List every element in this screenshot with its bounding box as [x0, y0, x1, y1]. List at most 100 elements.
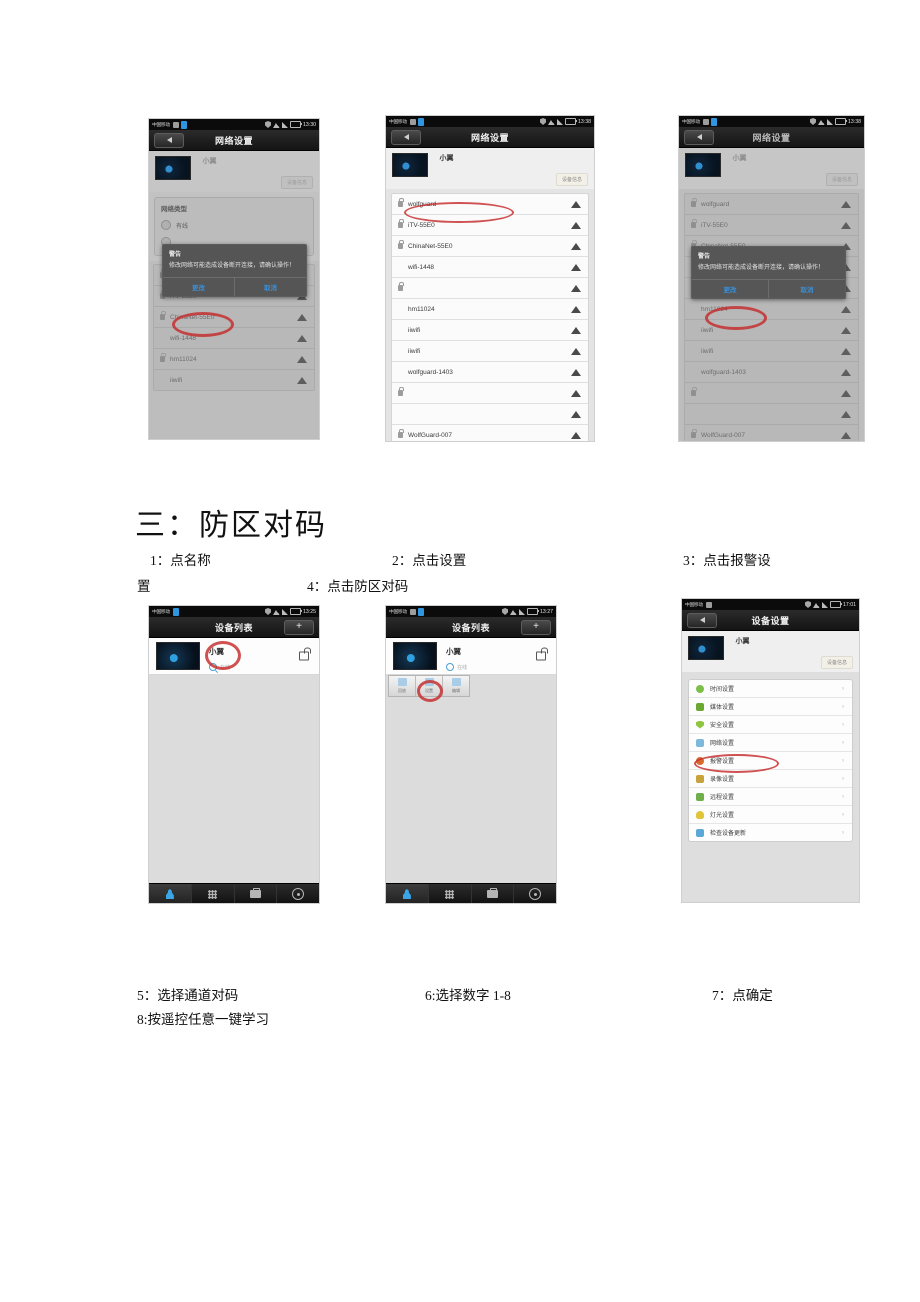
light-icon	[696, 810, 704, 819]
status-bar: 中国移动 13:27	[386, 606, 556, 617]
tab-grid[interactable]	[429, 884, 472, 903]
playback-icon	[397, 678, 407, 686]
network-type-option[interactable]: 有线	[161, 220, 307, 230]
tab-toolbox[interactable]	[235, 884, 278, 903]
wifi-row[interactable]: ChinaNet-55E0	[392, 236, 588, 257]
wifi-row[interactable]: hm11024	[392, 299, 588, 320]
add-device-button[interactable]: +	[284, 619, 314, 635]
status-right: 13:38	[810, 116, 861, 127]
settings-item-media[interactable]: 媒体设置 ›	[689, 698, 852, 716]
wifi-row[interactable]: wifi-1448	[392, 257, 588, 278]
message-icon	[702, 118, 709, 125]
device-info-button[interactable]: 设备信息	[820, 656, 853, 669]
context-menu-item-edit[interactable]: 编辑	[443, 676, 469, 696]
status-right: 17:01	[805, 599, 856, 610]
wifi-row[interactable]	[685, 404, 858, 425]
settings-item-remote[interactable]: 远程设置 ›	[689, 788, 852, 806]
wifi-row[interactable]: iTV-55E0	[685, 215, 858, 236]
settings-item-time[interactable]: 时间设置 ›	[689, 680, 852, 698]
device-info-button[interactable]: 设备信息	[555, 173, 588, 186]
lock-icon	[398, 198, 404, 207]
wifi-icon	[273, 121, 281, 128]
lock-icon	[398, 429, 404, 438]
person-icon	[402, 889, 411, 899]
battery-icon	[527, 608, 540, 615]
record-icon	[696, 774, 704, 783]
wifi-row[interactable]	[392, 278, 588, 299]
radio-icon[interactable]	[161, 220, 171, 230]
wifi-ssid: hm11024	[170, 355, 197, 363]
status-right: 13:25	[265, 606, 316, 617]
wifi-row[interactable]: wolfguard-1403	[392, 362, 588, 383]
phone-screenshot-net2: 中国移动 13:38 网络设置 小翼 设备信息 wolfguard iTV-55…	[385, 115, 595, 442]
back-button[interactable]	[684, 129, 714, 145]
wifi-row[interactable]	[392, 383, 588, 404]
settings-item-light[interactable]: 灯光设置 ›	[689, 806, 852, 824]
wifi-row[interactable]: WolfGuard-007	[685, 425, 858, 441]
settings-item-security[interactable]: 安全设置 ›	[689, 716, 852, 734]
step-5-label: 5：选择通道对码	[137, 988, 239, 1003]
device-thumbnail	[685, 153, 721, 177]
wifi-row[interactable]: iiwifi	[392, 341, 588, 362]
wifi-row[interactable]: iiwifi	[685, 341, 858, 362]
dialog-cancel-button[interactable]: 取消	[768, 280, 845, 298]
wifi-row[interactable]: iiwifi	[392, 320, 588, 341]
device-name: 小翼	[735, 638, 750, 645]
grid-icon	[208, 889, 218, 899]
context-menu-label: 回放	[398, 688, 406, 693]
back-button[interactable]	[687, 612, 717, 628]
list-item[interactable]: 小翼 在线	[386, 638, 556, 675]
dialog-buttons: 更改 取消	[692, 280, 845, 298]
annotation-ellipse-device-name	[205, 641, 241, 670]
wifi-signal-icon	[841, 410, 851, 418]
lock-icon[interactable]	[536, 647, 548, 661]
device-info-button[interactable]: 设备信息	[825, 173, 858, 186]
wifi-row[interactable]: hm11024	[154, 349, 314, 370]
status-time: 17:01	[843, 601, 856, 608]
status-time: 13:30	[303, 121, 316, 128]
battery-icon	[565, 118, 578, 125]
back-button[interactable]	[391, 129, 421, 145]
lock-icon	[398, 282, 404, 291]
add-device-button[interactable]: +	[521, 619, 551, 635]
annotation-ellipse-settings	[417, 680, 443, 702]
wifi-row[interactable]: iiwifi	[154, 370, 314, 390]
wifi-signal-icon	[571, 389, 581, 397]
tab-devices[interactable]	[149, 884, 192, 903]
dialog-cancel-button[interactable]: 取消	[234, 278, 306, 296]
wifi-row[interactable]: wolfguard	[685, 194, 858, 215]
wifi-icon	[548, 118, 556, 125]
wifi-row[interactable]: wolfguard-1403	[685, 362, 858, 383]
settings-item-record[interactable]: 录像设置 ›	[689, 770, 852, 788]
back-arrow-icon	[403, 134, 409, 140]
tab-toolbox[interactable]	[472, 884, 515, 903]
step-2-label: 2：点击设置	[392, 553, 467, 568]
back-button[interactable]	[154, 132, 184, 148]
dialog-confirm-button[interactable]: 更改	[692, 280, 768, 298]
shield-icon	[540, 118, 547, 125]
person-icon	[165, 889, 174, 899]
tab-record[interactable]	[277, 884, 319, 903]
tab-grid[interactable]	[192, 884, 235, 903]
wifi-row[interactable]	[685, 383, 858, 404]
lock-icon	[691, 219, 697, 228]
wifi-row[interactable]: WolfGuard-007	[392, 425, 588, 441]
tab-record[interactable]	[514, 884, 556, 903]
lock-icon[interactable]	[299, 647, 311, 661]
phone-screenshot-devlist1: 中国移动 13:25 设备列表 + 小翼 在线	[148, 605, 320, 904]
device-info-button[interactable]: 设备信息	[280, 176, 313, 189]
phone-screenshot-net3: 中国移动 13:38 网络设置 小翼 设备信息 wolfguard iTV-55…	[678, 115, 865, 442]
app-icon	[180, 120, 187, 129]
status-bar: 中国移动 13:25	[149, 606, 319, 617]
wifi-row[interactable]	[392, 404, 588, 425]
device-status-row: 在线	[446, 663, 467, 671]
device-name: 小翼	[439, 155, 454, 162]
wifi-signal-icon	[841, 200, 851, 208]
context-menu-item-playback[interactable]: 回放	[389, 676, 416, 696]
settings-item-update[interactable]: 检查设备更新 ›	[689, 824, 852, 841]
dialog-confirm-button[interactable]: 更改	[163, 278, 234, 296]
settings-item-network[interactable]: 网络设置 ›	[689, 734, 852, 752]
title-bar: 网络设置	[679, 127, 864, 148]
tab-devices[interactable]	[386, 884, 429, 903]
wifi-icon	[273, 608, 281, 615]
